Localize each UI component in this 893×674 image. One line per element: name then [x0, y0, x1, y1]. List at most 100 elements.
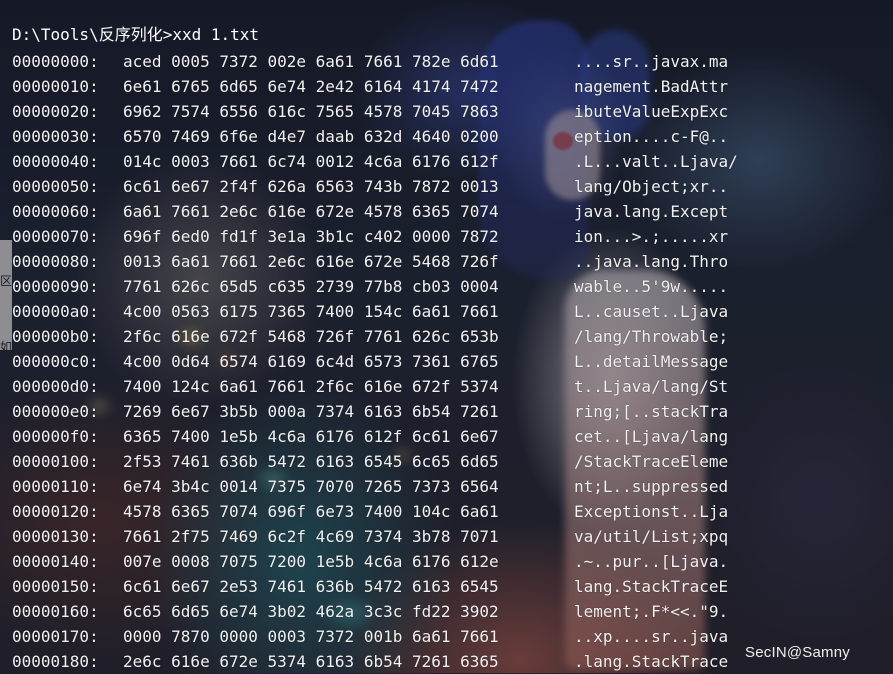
hexdump-ascii: ion...>.;.....xr: [574, 227, 729, 246]
hexdump-hex-bytes: 6a61 7661 2e6c 616e 672e 4578 6365 7074: [123, 202, 499, 221]
hexdump-hex-bytes: 2f6c 616e 672f 5468 726f 7761 626c 653b: [123, 327, 499, 346]
hexdump-offset: 00000170:: [12, 627, 99, 646]
hexdump-hex-bytes: 2f53 7461 636b 5472 6163 6545 6c65 6d65: [123, 452, 499, 471]
hexdump-offset: 00000040:: [12, 152, 99, 171]
hexdump-row: 00000110: 6e74 3b4c 0014 7375 7070 7265 7…: [12, 474, 738, 499]
hexdump-row: 00000040: 014c 0003 7661 6c74 0012 4c6a 6…: [12, 149, 738, 174]
hexdump-ascii: t..Ljava/lang/St: [574, 377, 729, 396]
hexdump-offset: 00000020:: [12, 102, 99, 121]
hexdump-ascii: lang.StackTraceE: [574, 577, 729, 596]
hexdump-offset: 00000000:: [12, 52, 99, 71]
hexdump-output: 00000000: aced 0005 7372 002e 6a61 7661 7…: [12, 49, 738, 674]
hexdump-ascii: .~..pur..[Ljava.: [574, 552, 729, 571]
hexdump-hex-bytes: 6c65 6d65 6e74 3b02 462a 3c3c fd22 3902: [123, 602, 499, 621]
hexdump-ascii: wable..5'9w.....: [574, 277, 729, 296]
hexdump-offset: 000000f0:: [12, 427, 99, 446]
hexdump-ascii: /lang/Throwable;: [574, 327, 729, 346]
hexdump-hex-bytes: 7400 124c 6a61 7661 2f6c 616e 672f 5374: [123, 377, 499, 396]
hexdump-ascii: .lang.StackTrace: [574, 652, 729, 671]
hexdump-row: 00000100: 2f53 7461 636b 5472 6163 6545 6…: [12, 449, 738, 474]
hexdump-row: 00000030: 6570 7469 6f6e d4e7 daab 632d 4…: [12, 124, 738, 149]
hexdump-ascii: .L...valt..Ljava/: [574, 152, 738, 171]
hexdump-hex-bytes: 6c61 6e67 2f4f 626a 6563 743b 7872 0013: [123, 177, 499, 196]
hexdump-offset: 00000100:: [12, 452, 99, 471]
hexdump-row: 00000020: 6962 7574 6556 616c 7565 4578 7…: [12, 99, 738, 124]
hexdump-offset: 00000030:: [12, 127, 99, 146]
hexdump-hex-bytes: 6962 7574 6556 616c 7565 4578 7045 7863: [123, 102, 499, 121]
hexdump-row: 00000120: 4578 6365 7074 696f 6e73 7400 1…: [12, 499, 738, 524]
hexdump-hex-bytes: 6e74 3b4c 0014 7375 7070 7265 7373 6564: [123, 477, 499, 496]
hexdump-offset: 00000120:: [12, 502, 99, 521]
hexdump-hex-bytes: 7761 626c 65d5 c635 2739 77b8 cb03 0004: [123, 277, 499, 296]
hexdump-offset: 000000b0:: [12, 327, 99, 346]
hexdump-hex-bytes: 0013 6a61 7661 2e6c 616e 672e 5468 726f: [123, 252, 499, 271]
hexdump-offset: 00000150:: [12, 577, 99, 596]
hexdump-ascii: eption....c-F@..: [574, 127, 729, 146]
hexdump-row: 00000180: 2e6c 616e 672e 5374 6163 6b54 7…: [12, 649, 738, 674]
hexdump-row: 000000a0: 4c00 0563 6175 7365 7400 154c 6…: [12, 299, 738, 324]
hexdump-hex-bytes: 4c00 0563 6175 7365 7400 154c 6a61 7661: [123, 302, 499, 321]
hexdump-ascii: ibuteValueExpExc: [574, 102, 729, 121]
hexdump-offset: 00000090:: [12, 277, 99, 296]
hexdump-offset: 00000130:: [12, 527, 99, 546]
hexdump-ascii: Exceptionst..Lja: [574, 502, 729, 521]
hexdump-hex-bytes: 4c00 0d64 6574 6169 6c4d 6573 7361 6765: [123, 352, 499, 371]
hexdump-ascii: ring;[..stackTra: [574, 402, 729, 421]
hexdump-row: 00000170: 0000 7870 0000 0003 7372 001b 6…: [12, 624, 738, 649]
hexdump-offset: 000000e0:: [12, 402, 99, 421]
hexdump-hex-bytes: 7661 2f75 7469 6c2f 4c69 7374 3b78 7071: [123, 527, 499, 546]
hexdump-row: 00000130: 7661 2f75 7469 6c2f 4c69 7374 3…: [12, 524, 738, 549]
hexdump-ascii: ..xp....sr..java: [574, 627, 729, 646]
command-line: D:\Tools\反序列化>xxd 1.txt: [12, 25, 260, 44]
hexdump-hex-bytes: 4578 6365 7074 696f 6e73 7400 104c 6a61: [123, 502, 499, 521]
hexdump-hex-bytes: 0000 7870 0000 0003 7372 001b 6a61 7661: [123, 627, 499, 646]
hexdump-hex-bytes: 6365 7400 1e5b 4c6a 6176 612f 6c61 6e67: [123, 427, 499, 446]
hexdump-offset: 000000d0:: [12, 377, 99, 396]
hexdump-ascii: lement;.F*<<."9.: [574, 602, 729, 621]
hexdump-ascii: L..detailMessage: [574, 352, 729, 371]
hexdump-row: 00000150: 6c61 6e67 2e53 7461 636b 5472 6…: [12, 574, 738, 599]
hexdump-offset: 00000180:: [12, 652, 99, 671]
hexdump-hex-bytes: 7269 6e67 3b5b 000a 7374 6163 6b54 7261: [123, 402, 499, 421]
hexdump-row: 000000d0: 7400 124c 6a61 7661 2f6c 616e 6…: [12, 374, 738, 399]
hexdump-hex-bytes: 6e61 6765 6d65 6e74 2e42 6164 4174 7472: [123, 77, 499, 96]
hexdump-row: 000000e0: 7269 6e67 3b5b 000a 7374 6163 6…: [12, 399, 738, 424]
hexdump-ascii: java.lang.Except: [574, 202, 729, 221]
hexdump-row: 00000000: aced 0005 7372 002e 6a61 7661 7…: [12, 49, 738, 74]
hexdump-ascii: nagement.BadAttr: [574, 77, 729, 96]
hexdump-row: 00000080: 0013 6a61 7661 2e6c 616e 672e 5…: [12, 249, 738, 274]
hexdump-row: 00000060: 6a61 7661 2e6c 616e 672e 4578 6…: [12, 199, 738, 224]
hexdump-offset: 00000160:: [12, 602, 99, 621]
hexdump-offset: 00000080:: [12, 252, 99, 271]
hexdump-hex-bytes: 014c 0003 7661 6c74 0012 4c6a 6176 612f: [123, 152, 499, 171]
hexdump-ascii: L..causet..Ljava: [574, 302, 729, 321]
hexdump-offset: 00000140:: [12, 552, 99, 571]
hexdump-hex-bytes: 6570 7469 6f6e d4e7 daab 632d 4640 0200: [123, 127, 499, 146]
hexdump-hex-bytes: 2e6c 616e 672e 5374 6163 6b54 7261 6365: [123, 652, 499, 671]
hexdump-ascii: ..java.lang.Thro: [574, 252, 729, 271]
hexdump-ascii: /StackTraceEleme: [574, 452, 729, 471]
hexdump-offset: 00000070:: [12, 227, 99, 246]
hexdump-ascii: va/util/List;xpq: [574, 527, 729, 546]
hexdump-offset: 000000c0:: [12, 352, 99, 371]
hexdump-row: 00000090: 7761 626c 65d5 c635 2739 77b8 c…: [12, 274, 738, 299]
hexdump-row: 00000070: 696f 6ed0 fd1f 3e1a 3b1c c402 0…: [12, 224, 738, 249]
hexdump-row: 00000160: 6c65 6d65 6e74 3b02 462a 3c3c f…: [12, 599, 738, 624]
watermark: SecIN@Samny: [745, 644, 850, 661]
hexdump-offset: 00000110:: [12, 477, 99, 496]
hexdump-ascii: lang/Object;xr..: [574, 177, 729, 196]
hexdump-offset: 00000050:: [12, 177, 99, 196]
hexdump-row: 00000050: 6c61 6e67 2f4f 626a 6563 743b 7…: [12, 174, 738, 199]
hexdump-row: 000000b0: 2f6c 616e 672f 5468 726f 7761 6…: [12, 324, 738, 349]
terminal-window[interactable]: D:\Tools\反序列化>xxd 1.txt 00000000: aced 00…: [0, 0, 893, 673]
hexdump-ascii: cet..[Ljava/lang: [574, 427, 729, 446]
hexdump-row: 000000c0: 4c00 0d64 6574 6169 6c4d 6573 7…: [12, 349, 738, 374]
hexdump-row: 00000140: 007e 0008 7075 7200 1e5b 4c6a 6…: [12, 549, 738, 574]
hexdump-offset: 000000a0:: [12, 302, 99, 321]
hexdump-hex-bytes: 696f 6ed0 fd1f 3e1a 3b1c c402 0000 7872: [123, 227, 499, 246]
hexdump-offset: 00000010:: [12, 77, 99, 96]
hexdump-ascii: ....sr..javax.ma: [574, 52, 729, 71]
hexdump-offset: 00000060:: [12, 202, 99, 221]
hexdump-hex-bytes: aced 0005 7372 002e 6a61 7661 782e 6d61: [123, 52, 499, 71]
hexdump-row: 000000f0: 6365 7400 1e5b 4c6a 6176 612f 6…: [12, 424, 738, 449]
